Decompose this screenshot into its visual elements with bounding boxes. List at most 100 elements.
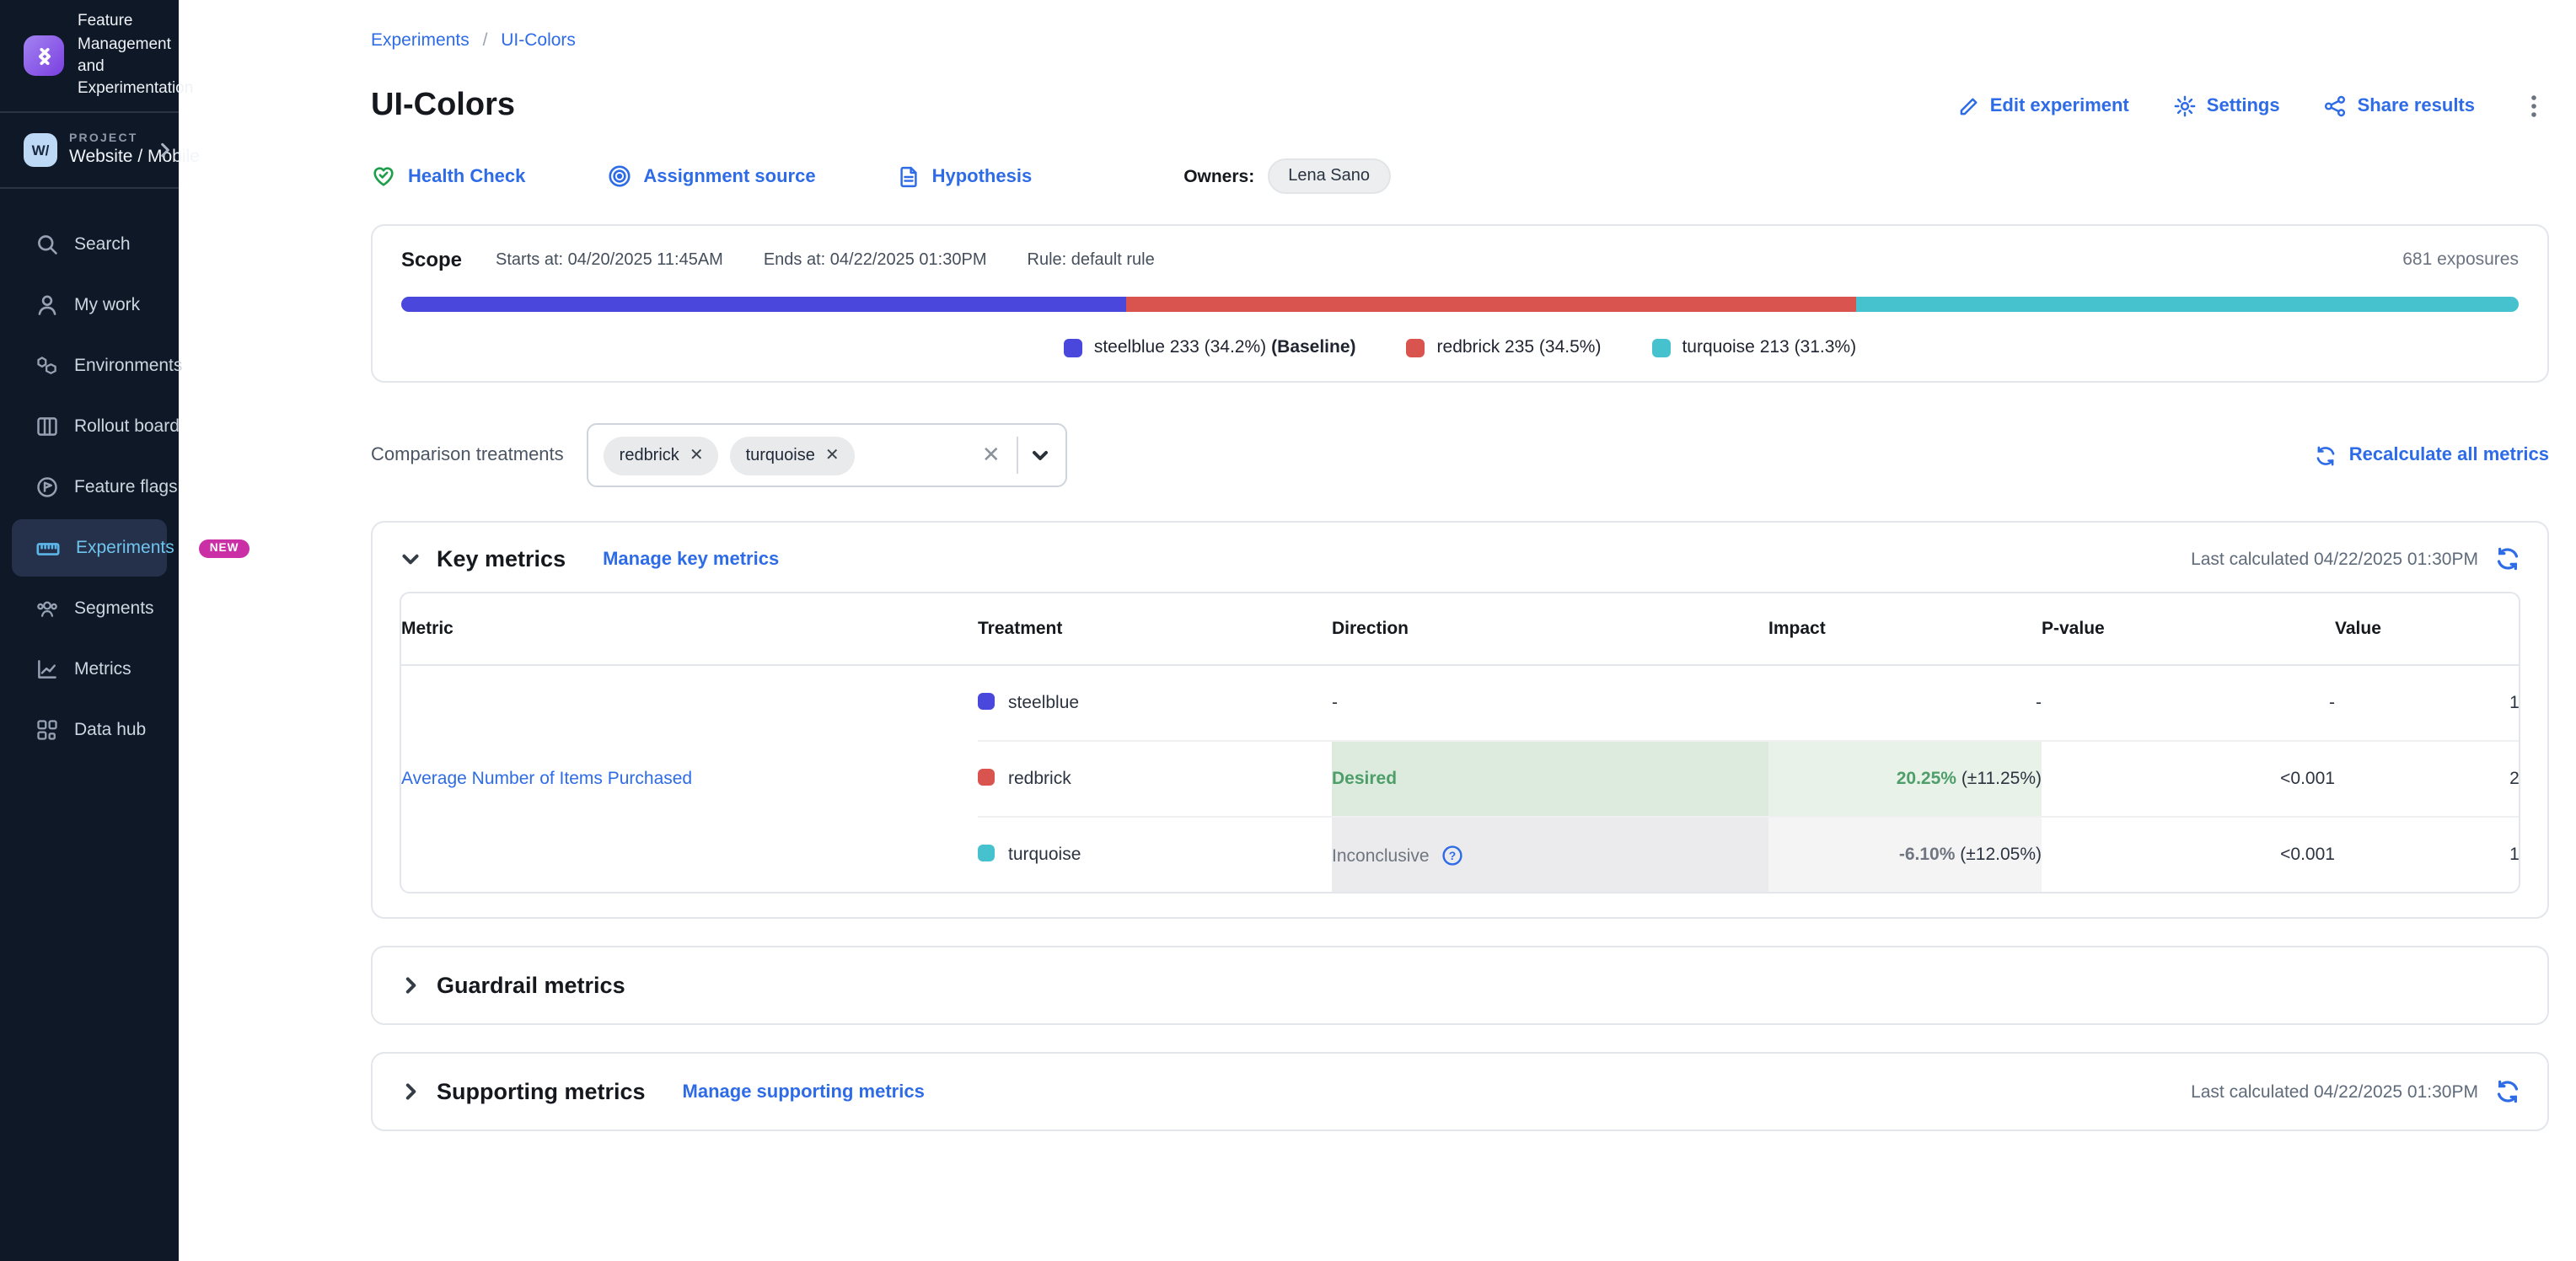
chevron-right-icon — [157, 142, 174, 158]
legend-swatch-redbrick — [1407, 338, 1425, 357]
col-header-value: Value — [2335, 593, 2520, 665]
key-metrics-card: Key metrics Manage key metrics Last calc… — [371, 521, 2549, 919]
breadcrumb: Experiments / UI-Colors — [371, 30, 2549, 51]
clear-all-icon[interactable]: ✕ — [970, 442, 1012, 469]
project-label: PROJECT — [69, 133, 200, 145]
exposures-count: 681 exposures — [2402, 250, 2519, 270]
settings-button[interactable]: Settings — [2173, 94, 2280, 118]
impact-cell: -6.10% (±12.05%) — [1768, 817, 2042, 892]
distribution-segment-steelblue — [401, 297, 1125, 312]
legend-item-turquoise: turquoise 213 (31.3%) — [1651, 337, 1856, 357]
supporting-metrics-card: Supporting metrics Manage supporting met… — [371, 1052, 2549, 1131]
direction-cell: - — [1332, 665, 1768, 741]
edit-experiment-button[interactable]: Edit experiment — [1958, 95, 2129, 117]
refresh-icon — [2316, 444, 2337, 466]
more-options-button[interactable] — [2519, 93, 2549, 120]
legend-swatch-turquoise — [1651, 338, 1670, 357]
sidebar-item-metrics[interactable]: Metrics — [12, 641, 167, 698]
remove-chip-icon[interactable]: ✕ — [825, 446, 840, 464]
page-title: UI-Colors — [371, 88, 515, 125]
remove-chip-icon[interactable]: ✕ — [690, 446, 704, 464]
grid-blocks-icon — [35, 718, 59, 742]
treatment-dot-turquoise — [978, 845, 995, 861]
hypothesis-link[interactable]: Hypothesis — [897, 164, 1033, 188]
brand: Feature Management and Experimentation — [0, 0, 179, 111]
p-value-cell: - — [2042, 665, 2335, 741]
sidebar-item-segments[interactable]: Segments — [12, 580, 167, 637]
header-actions: Edit experiment Settings Share results — [1958, 93, 2549, 120]
search-icon — [35, 233, 59, 256]
app-root: Feature Management and Experimentation W… — [0, 0, 2576, 1261]
breadcrumb-separator: / — [483, 30, 488, 51]
expand-chevron-right-icon[interactable] — [400, 1081, 421, 1103]
sidebar-item-rollout-board[interactable]: Rollout board — [12, 398, 167, 455]
p-value-cell: <0.001 — [2042, 741, 2335, 817]
metric-cell: Average Number of Items Purchased — [401, 665, 978, 892]
document-icon — [897, 164, 920, 188]
legend-item-steelblue: steelblue 233 (34.2%)(Baseline) — [1064, 337, 1356, 357]
sidebar-item-experiments[interactable]: Experiments NEW — [12, 519, 167, 577]
flag-circle-icon — [35, 475, 59, 499]
split-logo-icon — [24, 35, 64, 76]
owners-label: Owners: — [1183, 166, 1254, 186]
guardrail-metrics-card: Guardrail metrics — [371, 946, 2549, 1025]
recalculate-all-metrics-button[interactable]: Recalculate all metrics — [2316, 444, 2549, 466]
treatment-dot-steelblue — [978, 693, 995, 710]
metric-link[interactable]: Average Number of Items Purchased — [401, 769, 692, 789]
treatment-cell: steelblue — [978, 665, 1332, 741]
supporting-metrics-title: Supporting metrics — [437, 1079, 646, 1104]
scope-title: Scope — [401, 248, 462, 271]
last-calculated-text: Last calculated 04/22/2025 01:30PM — [2191, 549, 2478, 569]
experiment-meta-row: Health Check Assignment source Hypothesi… — [371, 158, 2549, 194]
pencil-icon — [1958, 95, 1980, 117]
chip-turquoise: turquoise ✕ — [731, 436, 855, 475]
value-cell: 1.72 — [2335, 817, 2520, 892]
comparison-treatments-row: Comparison treatments redbrick ✕ turquoi… — [371, 423, 2549, 487]
impact-cell: 20.25% (±11.25%) — [1768, 741, 2042, 817]
target-icon — [606, 164, 631, 189]
col-header-metric: Metric — [401, 593, 978, 665]
manage-supporting-metrics-link[interactable]: Manage supporting metrics — [683, 1081, 925, 1102]
scope-rule: Rule: default rule — [1028, 250, 1155, 269]
legend-item-redbrick: redbrick 235 (34.5%) — [1407, 337, 1602, 357]
last-calculated-text: Last calculated 04/22/2025 01:30PM — [2191, 1081, 2478, 1102]
comparison-treatments-select[interactable]: redbrick ✕ turquoise ✕ ✕ — [588, 423, 1068, 487]
refresh-icon[interactable] — [2495, 1079, 2520, 1104]
assignment-source-link[interactable]: Assignment source — [606, 164, 815, 189]
health-check-link[interactable]: Health Check — [371, 164, 525, 189]
project-switcher[interactable]: W/ PROJECT Website / Mobile — [0, 113, 179, 187]
collapse-chevron-down-icon[interactable] — [400, 548, 421, 570]
sidebar-item-data-hub[interactable]: Data hub — [12, 701, 167, 759]
breadcrumb-experiments[interactable]: Experiments — [371, 30, 470, 51]
sidebar-menu: Search My work Environments Rollout boar… — [0, 189, 179, 759]
col-header-p-value: P-value — [2042, 593, 2335, 665]
help-icon[interactable]: ? — [1441, 844, 1463, 866]
new-badge: NEW — [200, 539, 250, 557]
value-cell: 2.20 — [2335, 741, 2520, 817]
breadcrumb-current[interactable]: UI-Colors — [501, 30, 576, 51]
manage-key-metrics-link[interactable]: Manage key metrics — [603, 549, 779, 569]
distribution-legend: steelblue 233 (34.2%)(Baseline) redbrick… — [401, 337, 2519, 357]
p-value-cell: <0.001 — [2042, 817, 2335, 892]
key-metrics-table: Metric Treatment Direction Impact P-valu… — [400, 592, 2520, 893]
sidebar-item-search[interactable]: Search — [12, 216, 167, 273]
sidebar-item-my-work[interactable]: My work — [12, 276, 167, 334]
treatment-dot-redbrick — [978, 769, 995, 786]
sidebar-item-environments[interactable]: Environments — [12, 337, 167, 394]
share-icon — [2324, 94, 2348, 118]
person-icon — [35, 293, 59, 317]
expand-chevron-right-icon[interactable] — [400, 974, 421, 996]
treatment-cell: turquoise — [978, 817, 1332, 892]
sidebar-item-feature-flags[interactable]: Feature flags — [12, 459, 167, 516]
app-title: Feature Management and Experimentation — [78, 11, 193, 100]
treatment-cell: redbrick — [978, 741, 1332, 817]
owner-pill: Lena Sano — [1268, 158, 1390, 194]
project-avatar: W/ — [24, 133, 57, 167]
main-content: Experiments / UI-Colors UI-Colors Edit e… — [179, 0, 2576, 1131]
treatment-distribution-bar — [401, 297, 2519, 312]
chevron-down-icon[interactable] — [1031, 445, 1051, 465]
share-results-button[interactable]: Share results — [2324, 94, 2475, 118]
ruler-icon — [35, 535, 61, 561]
gear-icon — [2173, 94, 2197, 118]
refresh-icon[interactable] — [2495, 546, 2520, 571]
